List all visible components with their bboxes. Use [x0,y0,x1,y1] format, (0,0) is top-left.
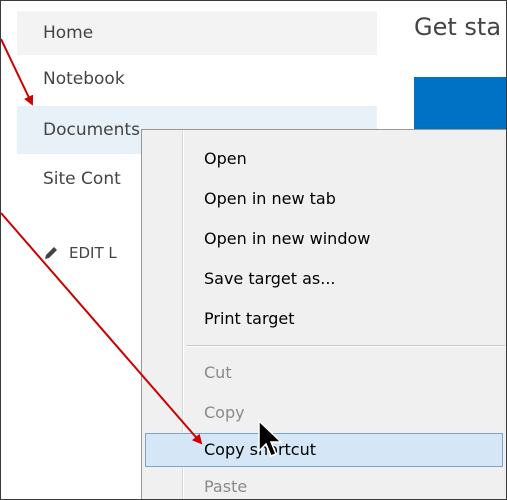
page-title: Get sta [414,13,502,41]
menu-item-print-target[interactable]: Print target [204,302,295,336]
edit-links-label: EDIT L [69,244,117,262]
menu-item-copy: Copy [204,403,245,422]
context-menu: Open Open in new tab Open in new window … [141,129,506,499]
menu-item-save-target[interactable]: Save target as... [204,262,336,296]
menu-item-copy-shortcut[interactable]: Copy shortcut [204,433,316,467]
nav-item-documents[interactable]: Documents [43,108,140,152]
nav-item-notebook[interactable]: Notebook [43,57,125,101]
menu-separator-light [186,346,505,347]
menu-item-paste: Paste [204,477,248,496]
menu-item-open-new-window[interactable]: Open in new window [204,222,370,256]
pencil-icon [45,247,57,259]
menu-item-open-new-tab[interactable]: Open in new tab [204,182,336,216]
nav-item-home[interactable]: Home [43,11,93,55]
nav-item-site-contents[interactable]: Site Cont [43,157,121,201]
menu-item-open[interactable]: Open [204,142,247,176]
menu-item-highlight [145,433,503,467]
edit-links-button[interactable]: EDIT L [43,233,117,273]
get-started-tile[interactable] [414,77,506,133]
window-frame: Home Notebook Documents Site Cont EDIT L… [0,0,507,500]
menu-item-cut: Cut [204,363,232,382]
